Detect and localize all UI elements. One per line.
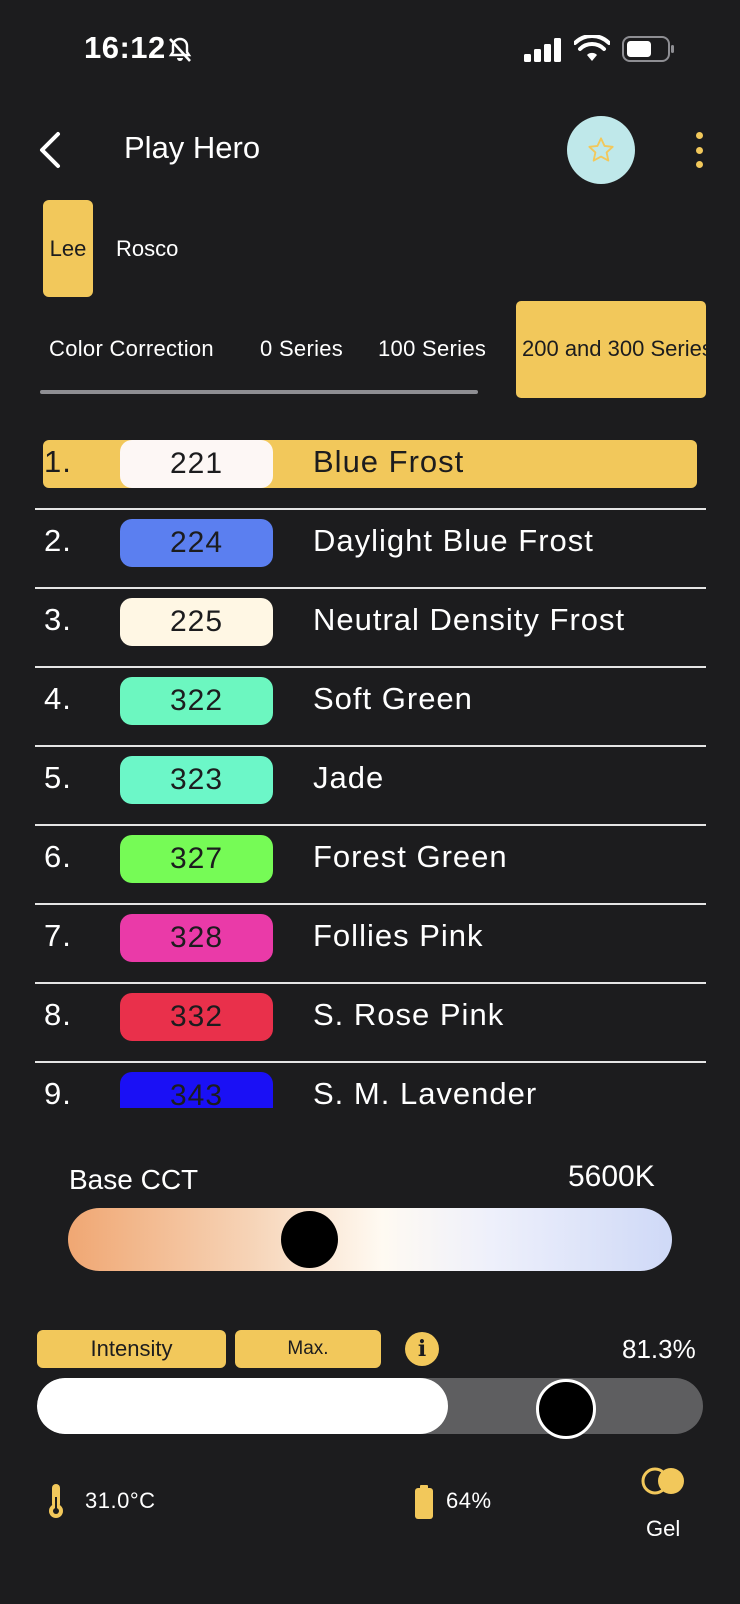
- star-icon: [588, 137, 614, 162]
- filter-color-chip: 328: [120, 914, 273, 962]
- brand-tab-lee[interactable]: Lee: [43, 200, 93, 297]
- gel-toggle-icon[interactable]: [640, 1466, 686, 1501]
- gel-label: Gel: [646, 1516, 681, 1541]
- intensity-slider-track[interactable]: [37, 1378, 703, 1434]
- filter-name: Neutral Density Frost: [313, 602, 626, 637]
- filter-name: S. M. Lavender: [313, 1076, 538, 1110]
- filter-row[interactable]: 7. 328 Follies Pink: [35, 903, 706, 984]
- favorite-button[interactable]: [567, 116, 635, 184]
- intensity-slider-fill: [37, 1378, 449, 1434]
- filter-list[interactable]: 1. 221 Blue Frost 2. 224 Daylight Blue F…: [0, 430, 740, 1110]
- filter-index: 5.: [44, 760, 72, 795]
- series-scroll-indicator: [40, 390, 478, 394]
- bell-muted-icon: [168, 37, 192, 68]
- filter-name: Jade: [313, 760, 385, 795]
- cct-slider-track[interactable]: [68, 1208, 672, 1271]
- filter-name: S. Rose Pink: [313, 997, 505, 1032]
- series-tab-200-300-series[interactable]: 200 and 300 Series: [516, 301, 706, 398]
- filter-name: Daylight Blue Frost: [313, 523, 594, 558]
- filter-color-chip: 323: [120, 756, 273, 804]
- battery-icon: [622, 36, 676, 67]
- filter-color-chip: 221: [120, 440, 273, 488]
- filter-index: 7.: [44, 918, 72, 953]
- filter-row[interactable]: 2. 224 Daylight Blue Frost: [35, 508, 706, 589]
- cellular-signal-icon: [524, 38, 564, 67]
- filter-index: 4.: [44, 681, 72, 716]
- filter-index: 9.: [44, 1076, 72, 1110]
- back-button[interactable]: [36, 130, 72, 170]
- intensity-slider-thumb[interactable]: [536, 1379, 596, 1439]
- temperature-value: 31.0°C: [85, 1488, 156, 1513]
- filter-row[interactable]: 5. 323 Jade: [35, 745, 706, 826]
- filter-color-chip: 343: [120, 1072, 273, 1110]
- filter-index: 2.: [44, 523, 72, 558]
- list-clip-edge: [0, 1108, 740, 1112]
- filter-color-chip: 327: [120, 835, 273, 883]
- filter-row[interactable]: 4. 322 Soft Green: [35, 666, 706, 747]
- filter-color-chip: 224: [120, 519, 273, 567]
- filter-color-chip: 322: [120, 677, 273, 725]
- max-button[interactable]: Max.: [235, 1330, 381, 1368]
- intensity-value: 81.3%: [622, 1334, 696, 1364]
- filter-index: 1.: [44, 444, 72, 479]
- filter-row[interactable]: 8. 332 S. Rose Pink: [35, 982, 706, 1063]
- battery-value: 64%: [446, 1488, 492, 1513]
- device-battery-icon: [414, 1484, 434, 1525]
- filter-name: Follies Pink: [313, 918, 484, 953]
- filter-name: Soft Green: [313, 681, 473, 716]
- filter-row[interactable]: 1. 221 Blue Frost: [35, 430, 706, 510]
- filter-color-chip: 332: [120, 993, 273, 1041]
- filter-index: 8.: [44, 997, 72, 1032]
- thermometer-icon: [46, 1483, 66, 1524]
- status-time: 16:12: [84, 30, 166, 65]
- series-tab-label: 200 and 300 Series: [522, 336, 706, 361]
- series-tab-100-series[interactable]: 100 Series: [378, 336, 486, 362]
- filter-color-chip: 225: [120, 598, 273, 646]
- series-tab-0-series[interactable]: 0 Series: [260, 336, 343, 362]
- filter-index: 6.: [44, 839, 72, 874]
- filter-index: 3.: [44, 602, 72, 637]
- cct-value: 5600K: [568, 1160, 655, 1193]
- info-icon[interactable]: i: [405, 1332, 439, 1366]
- page-title: Play Hero: [124, 130, 261, 165]
- more-dot-icon: [695, 161, 703, 168]
- filter-row[interactable]: 9. 343 S. M. Lavender: [35, 1061, 706, 1110]
- wifi-icon: [573, 33, 611, 68]
- brand-tab-rosco[interactable]: Rosco: [116, 236, 178, 262]
- chevron-left-icon: [40, 132, 60, 168]
- filter-name: Forest Green: [313, 839, 508, 874]
- more-options-button[interactable]: [688, 132, 710, 168]
- filter-name: Blue Frost: [313, 444, 465, 479]
- series-tab-color-correction[interactable]: Color Correction: [49, 336, 214, 362]
- cct-slider-thumb[interactable]: [281, 1211, 338, 1268]
- filter-row[interactable]: 6. 327 Forest Green: [35, 824, 706, 905]
- intensity-button[interactable]: Intensity: [37, 1330, 226, 1368]
- cct-label: Base CCT: [69, 1164, 199, 1195]
- more-dot-icon: [695, 132, 703, 139]
- filter-row[interactable]: 3. 225 Neutral Density Frost: [35, 587, 706, 668]
- more-dot-icon: [695, 146, 703, 154]
